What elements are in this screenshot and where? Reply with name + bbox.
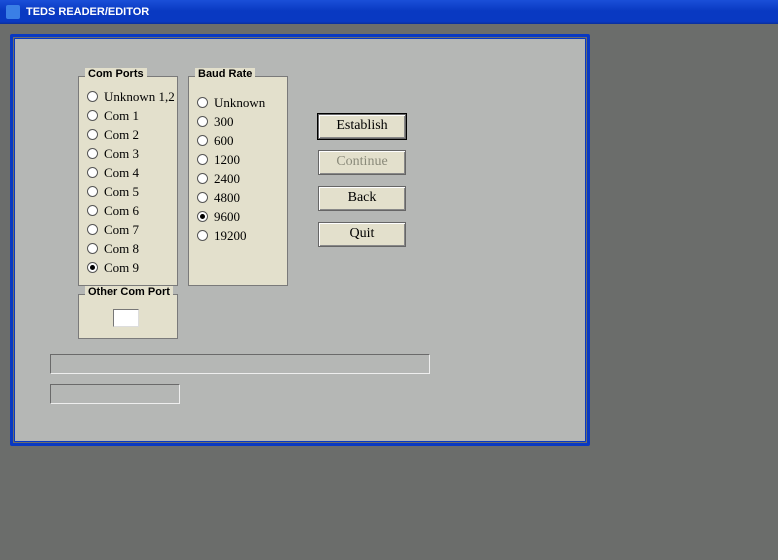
comports-option-label: Com 7: [104, 222, 139, 238]
comports-option[interactable]: Com 3: [81, 144, 175, 163]
radio-icon: [87, 110, 98, 121]
baudrate-option-label: 4800: [214, 190, 240, 206]
comports-option-label: Com 3: [104, 146, 139, 162]
comports-list: Unknown 1,2 Com 1 Com 2 Com 3 Com 4 Com 5 Com …: [81, 87, 175, 277]
radio-icon: [87, 262, 98, 273]
status-box-2: [50, 384, 180, 404]
baudrate-group: Baud Rate Unknown30060012002400480096001…: [188, 76, 288, 286]
main-panel: Com Ports Unknown 1,2 Com 1 Com 2 Com 3 Com …: [10, 34, 590, 446]
baudrate-option[interactable]: 600: [191, 131, 285, 150]
app-icon: [6, 5, 20, 19]
comports-option[interactable]: Com 1: [81, 106, 175, 125]
baudrate-option[interactable]: 300: [191, 112, 285, 131]
radio-icon: [197, 135, 208, 146]
window-title: TEDS READER/EDITOR: [26, 6, 149, 18]
comports-option-label: Unknown 1,2: [104, 89, 175, 105]
comports-option[interactable]: Unknown 1,2: [81, 87, 175, 106]
radio-icon: [197, 154, 208, 165]
baudrate-option[interactable]: 19200: [191, 226, 285, 245]
baudrate-option-label: 300: [214, 114, 234, 130]
baudrate-option[interactable]: 1200: [191, 150, 285, 169]
comports-option-label: Com 9: [104, 260, 139, 276]
radio-icon: [197, 230, 208, 241]
baudrate-option-label: 9600: [214, 209, 240, 225]
radio-icon: [87, 91, 98, 102]
comports-option[interactable]: Com 8: [81, 239, 175, 258]
comports-option[interactable]: Com 7: [81, 220, 175, 239]
radio-icon: [197, 173, 208, 184]
continue-button: Continue: [318, 150, 406, 175]
baudrate-option[interactable]: Unknown: [191, 93, 285, 112]
baudrate-list: Unknown 300 600 1200 2400 4800 9600 19200: [191, 93, 285, 245]
comports-option[interactable]: Com 4: [81, 163, 175, 182]
titlebar: TEDS READER/EDITOR: [0, 0, 778, 24]
comports-option[interactable]: Com 9: [81, 258, 175, 277]
othercom-input[interactable]: [113, 309, 139, 327]
othercom-group: Other Com Port: [78, 294, 178, 339]
comports-option-label: Com 4: [104, 165, 139, 181]
radio-icon: [87, 148, 98, 159]
baudrate-option-label: Unknown: [214, 95, 265, 111]
radio-icon: [87, 167, 98, 178]
baudrate-option[interactable]: 9600: [191, 207, 285, 226]
comports-group: Com Ports Unknown 1,2Com 1Com 2Com 3Com …: [78, 76, 178, 286]
baudrate-option[interactable]: 2400: [191, 169, 285, 188]
radio-icon: [197, 116, 208, 127]
comports-option-label: Com 1: [104, 108, 139, 124]
baudrate-option-label: 1200: [214, 152, 240, 168]
client-area: Com Ports Unknown 1,2 Com 1 Com 2 Com 3 Com …: [0, 24, 778, 560]
panel-inner: Com Ports Unknown 1,2 Com 1 Com 2 Com 3 Com …: [14, 38, 586, 442]
radio-icon: [197, 211, 208, 222]
comports-option-label: Com 8: [104, 241, 139, 257]
radio-icon: [87, 205, 98, 216]
comports-option-label: Com 6: [104, 203, 139, 219]
comports-option[interactable]: Com 6: [81, 201, 175, 220]
baudrate-legend: Baud Rate: [195, 68, 255, 80]
radio-icon: [87, 224, 98, 235]
comports-legend: Com Ports: [85, 68, 147, 80]
status-box-1: [50, 354, 430, 374]
comports-option-label: Com 5: [104, 184, 139, 200]
radio-icon: [87, 129, 98, 140]
radio-icon: [87, 186, 98, 197]
back-button[interactable]: Back: [318, 186, 406, 211]
comports-option[interactable]: Com 2: [81, 125, 175, 144]
comports-option-label: Com 2: [104, 127, 139, 143]
baudrate-option[interactable]: 4800: [191, 188, 285, 207]
radio-icon: [197, 97, 208, 108]
baudrate-option-label: 600: [214, 133, 234, 149]
panel-content: Com Ports Unknown 1,2 Com 1 Com 2 Com 3 Com …: [20, 44, 580, 436]
othercom-legend: Other Com Port: [85, 286, 173, 298]
baudrate-option-label: 19200: [214, 228, 247, 244]
baudrate-option-label: 2400: [214, 171, 240, 187]
radio-icon: [197, 192, 208, 203]
quit-button[interactable]: Quit: [318, 222, 406, 247]
establish-button[interactable]: Establish: [318, 114, 406, 139]
comports-option[interactable]: Com 5: [81, 182, 175, 201]
radio-icon: [87, 243, 98, 254]
